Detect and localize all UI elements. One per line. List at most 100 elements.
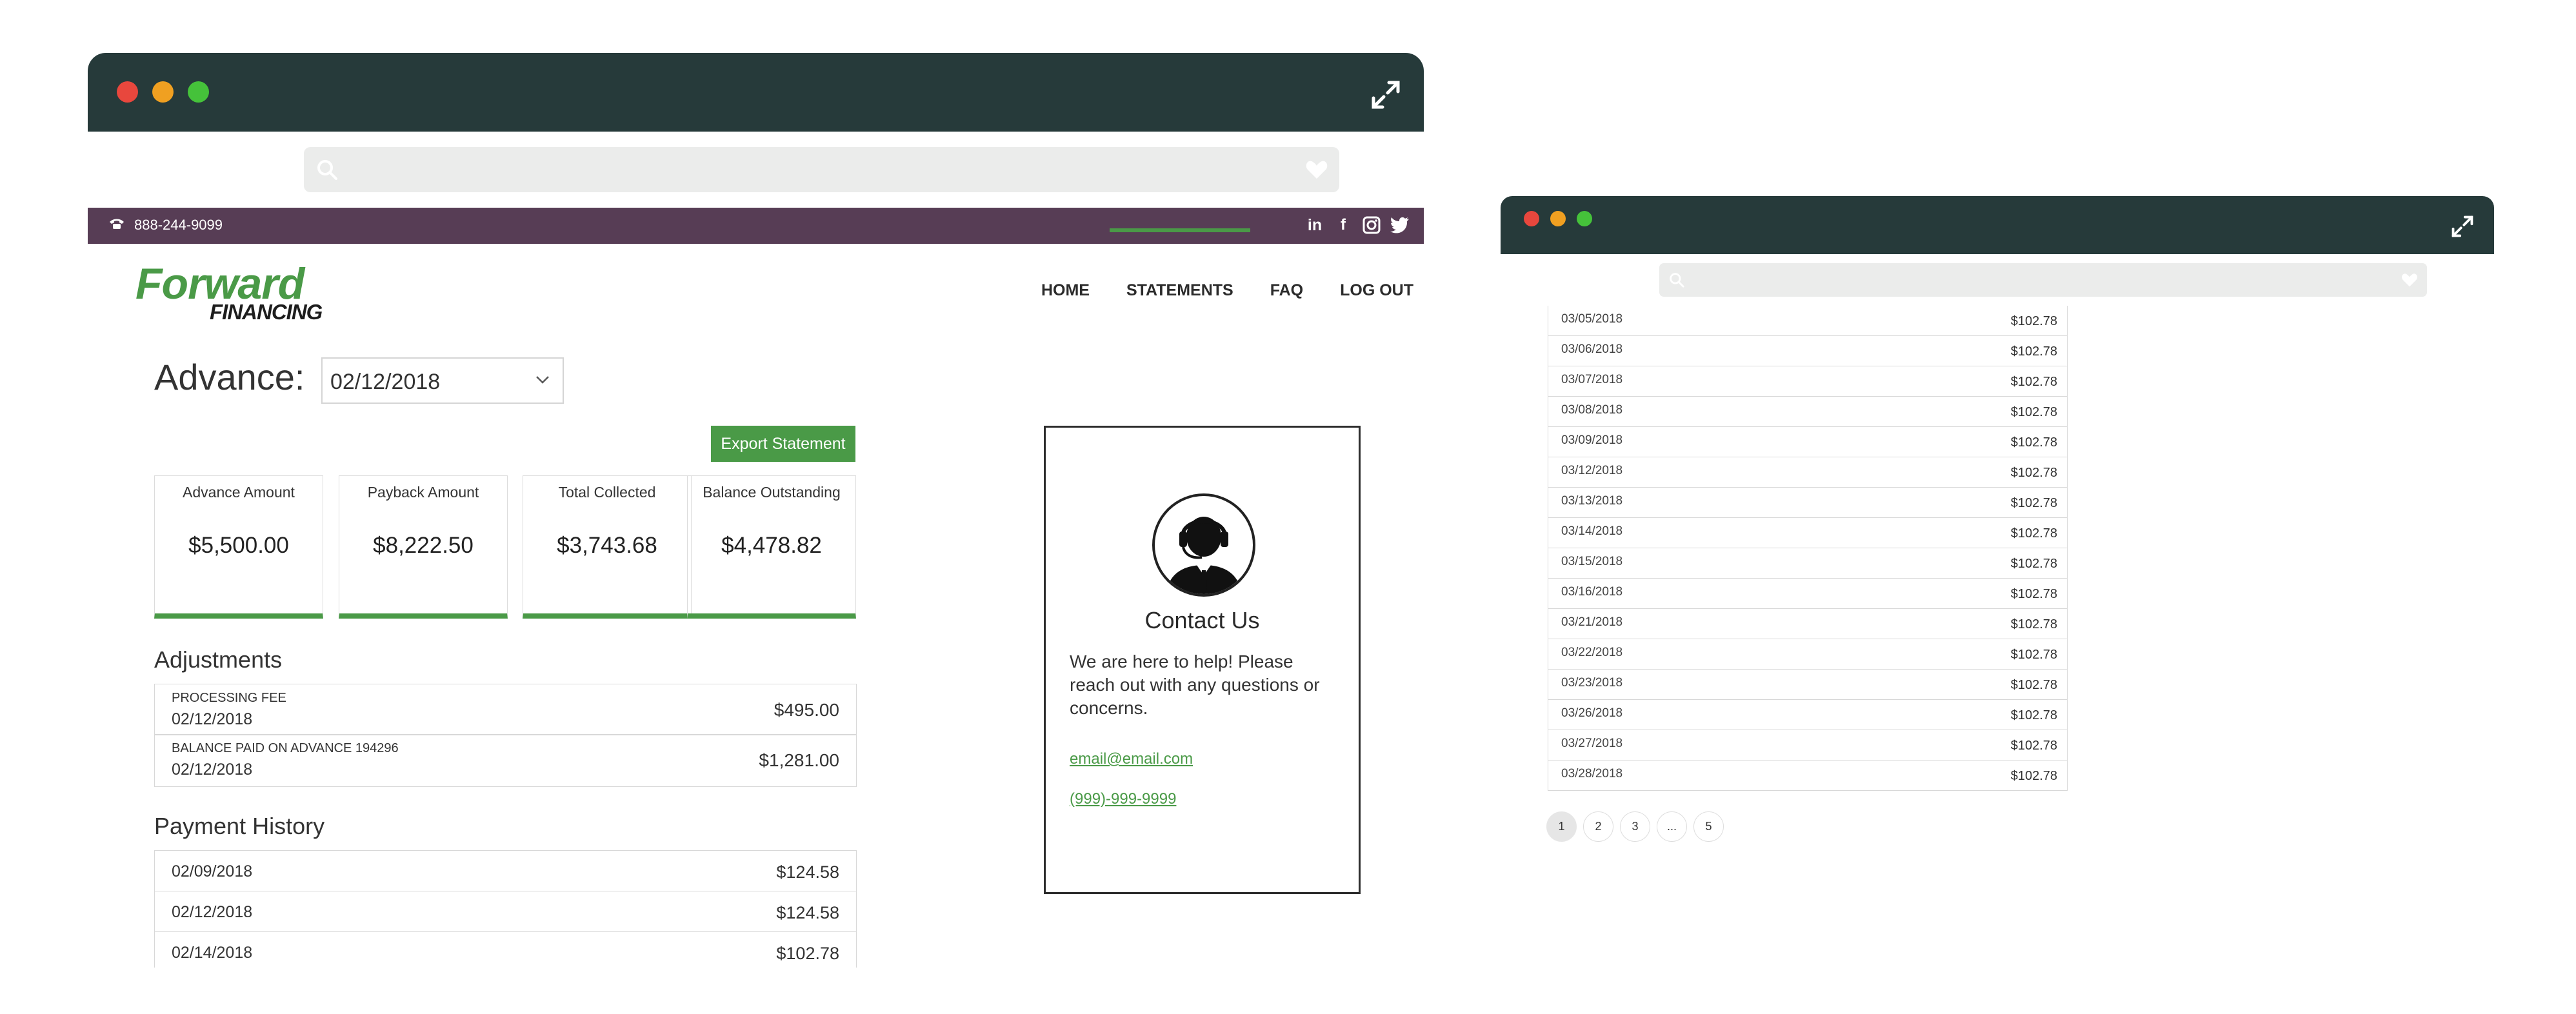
payment-amount: $102.78 bbox=[2010, 526, 2057, 541]
payment-date: 03/12/2018 bbox=[1561, 464, 1623, 477]
payment-amount: $102.78 bbox=[2010, 739, 2057, 753]
contact-title: Contact Us bbox=[1144, 607, 1260, 633]
payment-row: 03/05/2018 $102.78 bbox=[1548, 306, 2067, 336]
fullscreen-icon[interactable] bbox=[1370, 79, 1402, 111]
payment-row: 02/14/2018 $102.78 bbox=[154, 931, 857, 968]
payment-history-title: Payment History bbox=[154, 813, 325, 839]
payment-amount: $102.78 bbox=[2010, 617, 2057, 631]
payment-row: 02/09/2018 $124.58 bbox=[154, 850, 857, 891]
minimize-window-button[interactable] bbox=[1550, 211, 1566, 226]
linkedin-icon[interactable]: in bbox=[1305, 215, 1324, 235]
payment-amount: $102.78 bbox=[2010, 708, 2057, 722]
adjustments-title: Adjustments bbox=[154, 646, 283, 673]
close-window-button[interactable] bbox=[1524, 211, 1539, 226]
payment-date: 03/14/2018 bbox=[1561, 524, 1623, 538]
payment-row: 03/21/2018 $102.78 bbox=[1548, 609, 2067, 639]
payment-row: 03/16/2018 $102.78 bbox=[1548, 579, 2067, 609]
twitter-icon[interactable] bbox=[1390, 215, 1410, 235]
page-button[interactable]: 5 bbox=[1693, 811, 1724, 842]
payment-amount: $102.78 bbox=[2010, 769, 2057, 783]
contact-email-link[interactable]: email@email.com bbox=[1070, 750, 1193, 768]
minimize-window-button[interactable] bbox=[152, 81, 174, 103]
nav-statements[interactable]: STATEMENTS bbox=[1109, 228, 1250, 300]
payment-row: 03/28/2018 $102.78 bbox=[1548, 760, 2067, 791]
adjustment-row: BALANCE PAID ON ADVANCE 194296 02/12/201… bbox=[154, 734, 857, 787]
window-titlebar bbox=[88, 53, 1424, 132]
payment-row: 03/12/2018 $102.78 bbox=[1548, 457, 2067, 488]
maximize-window-button[interactable] bbox=[1577, 211, 1592, 226]
window-titlebar bbox=[1501, 196, 2494, 254]
payment-date: 03/09/2018 bbox=[1561, 433, 1623, 447]
close-window-button[interactable] bbox=[117, 81, 138, 103]
payment-row: 03/27/2018 $102.78 bbox=[1548, 730, 2067, 760]
nav-home[interactable]: HOME bbox=[1041, 281, 1090, 300]
payment-date: 03/16/2018 bbox=[1561, 585, 1623, 599]
address-bar[interactable] bbox=[1659, 263, 2427, 297]
advance-date-select[interactable]: 02/12/2018 bbox=[321, 357, 564, 404]
payment-date: 03/27/2018 bbox=[1561, 737, 1623, 750]
page-button[interactable]: 3 bbox=[1620, 811, 1650, 842]
phone-number[interactable]: 888-244-9099 bbox=[108, 217, 223, 234]
payment-amount: $102.78 bbox=[2010, 648, 2057, 662]
payment-date: 03/06/2018 bbox=[1561, 343, 1623, 356]
nav-logout[interactable]: LOG OUT bbox=[1340, 281, 1413, 300]
payment-date: 03/07/2018 bbox=[1561, 373, 1623, 386]
payment-amount: $102.78 bbox=[2010, 587, 2057, 601]
advance-label: Advance: bbox=[154, 357, 305, 397]
payment-row: 03/23/2018 $102.78 bbox=[1548, 670, 2067, 700]
payment-date: 03/05/2018 bbox=[1561, 312, 1623, 326]
payment-amount: $102.78 bbox=[2010, 314, 2057, 328]
fullscreen-icon[interactable] bbox=[2450, 214, 2475, 239]
search-icon bbox=[1668, 272, 1685, 292]
browser-window-secondary: 03/05/2018 $102.78 03/06/2018 $102.78 03/07/… bbox=[1501, 196, 2494, 867]
payment-row: 03/22/2018 $102.78 bbox=[1548, 639, 2067, 670]
page-button[interactable]: 2 bbox=[1583, 811, 1613, 842]
search-icon bbox=[315, 158, 339, 184]
maximize-window-button[interactable] bbox=[188, 81, 209, 103]
forward-financing-logo[interactable]: Forward FINANCING bbox=[135, 261, 323, 325]
facebook-icon[interactable]: f bbox=[1333, 215, 1353, 235]
chevron-down-icon bbox=[535, 375, 550, 388]
payment-date: 03/15/2018 bbox=[1561, 555, 1623, 568]
support-agent-icon bbox=[1152, 493, 1256, 597]
payment-amount: $102.78 bbox=[2010, 375, 2057, 389]
social-links: in f bbox=[1305, 215, 1410, 235]
payment-amount: $102.78 bbox=[2010, 405, 2057, 419]
payment-date: 03/21/2018 bbox=[1561, 615, 1623, 629]
payment-row: 03/08/2018 $102.78 bbox=[1548, 397, 2067, 427]
export-statement-button[interactable]: Export Statement bbox=[711, 426, 855, 462]
payment-row: 03/26/2018 $102.78 bbox=[1548, 700, 2067, 730]
payment-row: 03/06/2018 $102.78 bbox=[1548, 336, 2067, 366]
page-ellipsis: ... bbox=[1657, 811, 1687, 842]
payment-history-table: 03/05/2018 $102.78 03/06/2018 $102.78 03/07/… bbox=[1548, 306, 2068, 791]
payment-date: 03/23/2018 bbox=[1561, 676, 1623, 690]
payment-row: 03/14/2018 $102.78 bbox=[1548, 518, 2067, 548]
payment-row: 02/12/2018 $124.58 bbox=[154, 891, 857, 932]
payment-date: 03/13/2018 bbox=[1561, 494, 1623, 508]
contact-body: We are here to help! Please reach out wi… bbox=[1070, 651, 1320, 718]
contact-topbar: 888-244-9099 in f bbox=[88, 208, 1424, 244]
stat-total-collected: Total Collected $3,743.68 bbox=[523, 475, 692, 619]
payment-date: 03/22/2018 bbox=[1561, 646, 1623, 659]
phone-icon bbox=[108, 217, 125, 234]
payment-row: 03/07/2018 $102.78 bbox=[1548, 366, 2067, 397]
advance-date-value: 02/12/2018 bbox=[330, 370, 441, 394]
payment-amount: $102.78 bbox=[2010, 435, 2057, 450]
browser-window-main: 888-244-9099 in f Forward FINANCING HOME… bbox=[88, 53, 1424, 968]
payment-amount: $102.78 bbox=[2010, 678, 2057, 692]
stat-payback-amount: Payback Amount $8,222.50 bbox=[339, 475, 508, 619]
payment-amount: $102.78 bbox=[2010, 496, 2057, 510]
nav-faq[interactable]: FAQ bbox=[1270, 281, 1303, 300]
instagram-icon[interactable] bbox=[1362, 215, 1381, 235]
heart-icon[interactable] bbox=[2401, 273, 2418, 290]
heart-icon[interactable] bbox=[1306, 160, 1328, 183]
page-button[interactable]: 1 bbox=[1546, 811, 1577, 842]
payment-amount: $102.78 bbox=[2010, 344, 2057, 359]
payment-row: 03/15/2018 $102.78 bbox=[1548, 548, 2067, 579]
adjustment-row: PROCESSING FEE 02/12/2018 $495.00 bbox=[154, 684, 857, 735]
payment-date: 03/28/2018 bbox=[1561, 767, 1623, 780]
contact-phone-link[interactable]: (999)-999-9999 bbox=[1070, 790, 1176, 808]
address-bar[interactable] bbox=[304, 147, 1339, 192]
payment-row: 03/09/2018 $102.78 bbox=[1548, 427, 2067, 457]
payment-date: 03/08/2018 bbox=[1561, 403, 1623, 417]
